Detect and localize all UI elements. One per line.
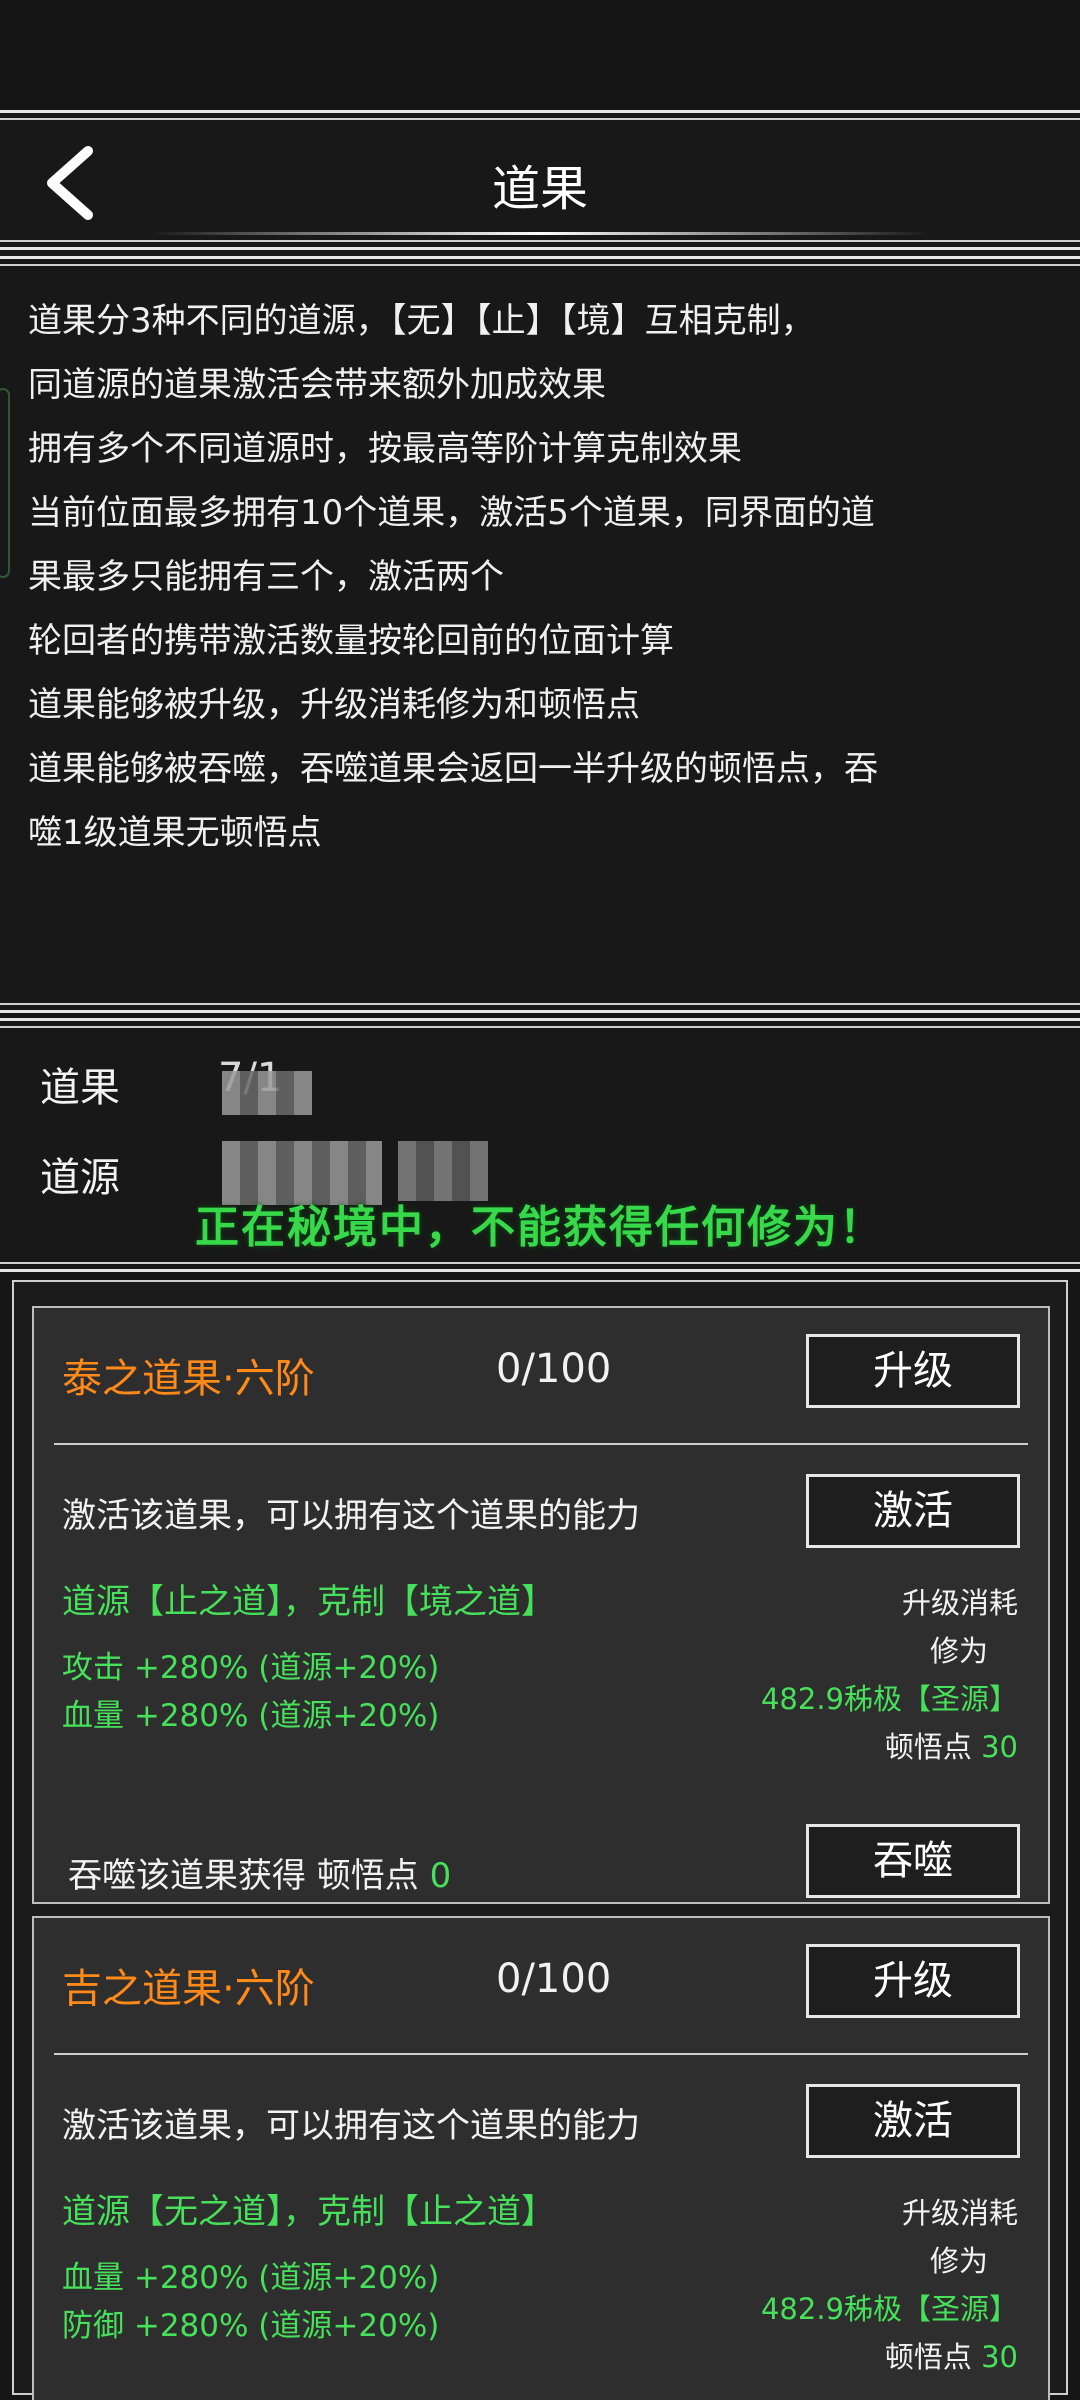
dao-source-text: 道源【无之道】，克制【止之道】 (62, 2192, 555, 2232)
rule-line: 果最多只能拥有三个，激活两个 (28, 557, 504, 597)
activate-description: 激活该道果，可以拥有这个道果的能力 (62, 1496, 640, 1536)
devour-text: 吞噬该道果获得 顿悟点 0 (68, 1848, 451, 1897)
activate-button[interactable]: 激活 (806, 2084, 1020, 2158)
rules-panel: 道果分3种不同的道源，【无】【止】【境】互相克制， 同道源的道果激活会带来额外加… (0, 256, 1080, 1013)
rule-line: 道果能够被吞噬，吞噬道果会返回一半升级的顿悟点，吞 (28, 749, 878, 789)
rule-line: 轮回者的携带激活数量按轮回前的位面计算 (28, 621, 674, 661)
cost-insight-label: 顿悟点 (884, 1730, 972, 1764)
cost-insight: 顿悟点 30 (885, 1724, 1018, 1766)
rule-line: 道果分3种不同的道源，【无】【止】【境】互相克制， (28, 301, 815, 341)
cost-cultivation-value: 482.9秭极【圣源】 (760, 2292, 1018, 2326)
cost-insight-label: 顿悟点 (884, 2340, 972, 2374)
fruit-progress: 0/100 (496, 1956, 612, 2002)
card-divider (54, 2053, 1028, 2055)
upgrade-button[interactable]: 升级 (806, 1334, 1020, 1408)
activate-description: 激活该道果，可以拥有这个道果的能力 (62, 2106, 640, 2146)
header-divider (150, 232, 930, 235)
page-title: 道果 (491, 161, 588, 217)
dao-fruit-label: 道果 (40, 1065, 120, 1111)
activate-button[interactable]: 激活 (806, 1474, 1020, 1548)
fruit-name: 泰之道果·六阶 (62, 1356, 315, 1402)
upgrade-cost-title: 升级消耗 (901, 1586, 1018, 1620)
fruit-name: 吉之道果·六阶 (62, 1966, 315, 2012)
devour-value: 0 (429, 1856, 452, 1896)
cost-cultivation-label: 修为 (929, 1634, 988, 1668)
rule-line: 噬1级道果无顿悟点 (28, 813, 322, 853)
devour-button[interactable]: 吞噬 (806, 1824, 1020, 1898)
devour-description: 吞噬该道果获得 顿悟点 (68, 1856, 419, 1896)
rule-line: 拥有多个不同道源时，按最高等阶计算克制效果 (28, 429, 742, 469)
cost-insight-value: 30 (981, 1730, 1018, 1764)
rule-line: 当前位面最多拥有10个道果，激活5个道果，同界面的道 (28, 493, 875, 533)
rule-line: 道果能够被升级，升级消耗修为和顿悟点 (28, 685, 640, 725)
stat-bonus: 血量 +280% (道源+20%) (62, 2260, 440, 2296)
dao-source-text: 道源【止之道】，克制【境之道】 (62, 1582, 555, 1622)
stats-panel: 道果 7/1 道源 正在秘境中，不能获得任何修为！ (0, 1018, 1080, 1272)
stat-bonus: 血量 +280% (道源+20%) (62, 1698, 440, 1734)
side-drawer-handle[interactable] (0, 388, 10, 578)
dao-fruit-card: 泰之道果·六阶 0/100 升级 激活该道果，可以拥有这个道果的能力 激活 道源… (32, 1306, 1050, 1904)
upgrade-button[interactable]: 升级 (806, 1944, 1020, 2018)
rule-line: 同道源的道果激活会带来额外加成效果 (28, 365, 606, 405)
fruit-progress: 0/100 (496, 1346, 612, 1392)
cost-insight-value: 30 (981, 2340, 1018, 2374)
cost-cultivation-value: 482.9秭极【圣源】 (760, 1682, 1018, 1716)
dao-fruit-card: 吉之道果·六阶 0/100 升级 激活该道果，可以拥有这个道果的能力 激活 道源… (32, 1916, 1050, 2400)
dao-fruit-list[interactable]: 泰之道果·六阶 0/100 升级 激活该道果，可以拥有这个道果的能力 激活 道源… (12, 1280, 1068, 2400)
status-bar (0, 0, 1080, 110)
upgrade-cost-title: 升级消耗 (901, 2196, 1018, 2230)
header-bar: 道果 (0, 110, 1080, 250)
stat-bonus: 攻击 +280% (道源+20%) (62, 1650, 440, 1686)
notice-text: 正在秘境中，不能获得任何修为！ (195, 1202, 885, 1253)
card-divider (54, 1443, 1028, 1445)
stat-bonus: 防御 +280% (道源+20%) (62, 2308, 440, 2344)
cost-insight: 顿悟点 30 (885, 2334, 1018, 2376)
cost-cultivation-label: 修为 (929, 2244, 988, 2278)
redacted-area (222, 1071, 312, 1115)
